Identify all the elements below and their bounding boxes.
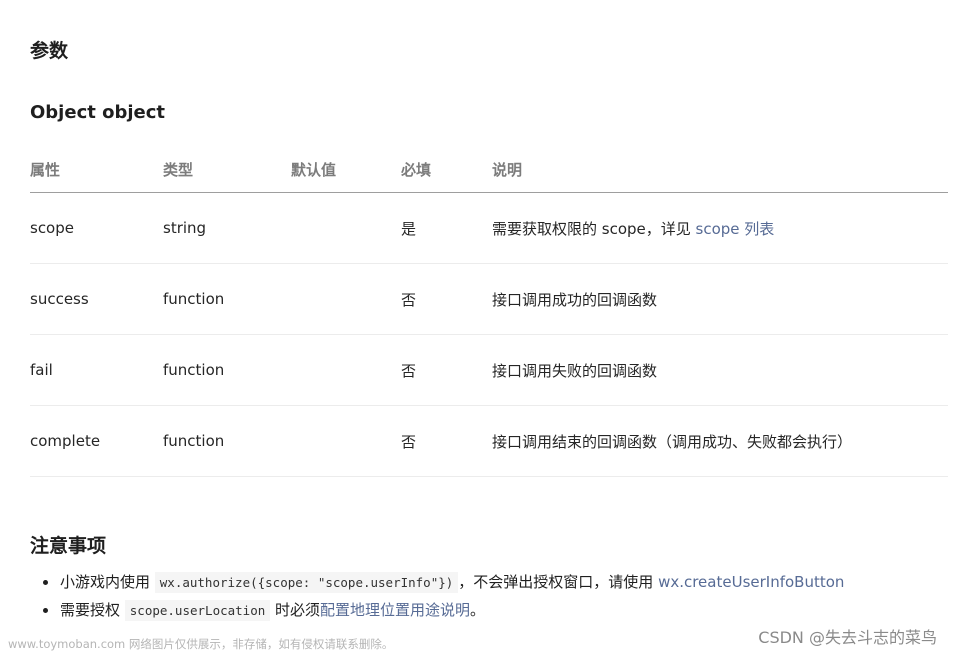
cell-type: function [163,263,291,335]
cell-attr: scope [30,192,163,264]
cell-desc: 接口调用失败的回调函数 [492,334,948,406]
note-text: ，不会弹出授权窗口，请使用 [458,573,659,591]
table-header-row: 属性 类型 默认值 必填 说明 [30,146,948,193]
table-row: complete function 否 接口调用结束的回调函数（调用成功、失败都… [30,405,948,477]
note-text: 时必须 [270,601,321,619]
cell-type: function [163,334,291,406]
section-title-notes: 注意事项 [30,535,107,557]
note-text: 需要授权 [60,601,125,619]
table-row: success function 否 接口调用成功的回调函数 [30,263,948,335]
cell-type: string [163,192,291,264]
table-row: scope string 是 需要获取权限的 scope，详见 scope 列表 [30,192,948,264]
header-required: 必填 [401,146,492,193]
section-title-params: 参数 [30,40,69,62]
cell-desc: 接口调用成功的回调函数 [492,263,948,335]
inline-code: scope.userLocation [124,600,271,621]
cell-default [291,405,401,477]
inline-code: wx.authorize({scope: "scope.userInfo"}) [154,572,459,593]
cell-attr: success [30,263,163,335]
header-type: 类型 [163,146,291,193]
cell-attr: complete [30,405,163,477]
cell-default [291,192,401,264]
cell-required: 否 [401,334,492,406]
table-row: fail function 否 接口调用失败的回调函数 [30,334,948,406]
cell-desc: 需要获取权限的 scope，详见 scope 列表 [492,192,948,264]
header-attr: 属性 [30,146,163,193]
cell-required: 否 [401,405,492,477]
cell-desc: 接口调用结束的回调函数（调用成功、失败都会执行） [492,405,948,477]
cell-type: function [163,405,291,477]
cell-default [291,334,401,406]
params-table: 属性 类型 默认值 必填 说明 scope string 是 需要获取权限的 s… [30,146,948,477]
list-item: 需要授权 scope.userLocation 时必须配置地理位置用途说明。 [30,596,930,624]
watermark-right: CSDN @失去斗志的菜鸟 [758,628,937,647]
location-purpose-link[interactable]: 配置地理位置用途说明 [320,601,470,619]
cell-default [291,263,401,335]
watermark-left: www.toymoban.com 网络图片仅供展示，非存储，如有侵权请联系删除。 [8,637,394,651]
cell-attr: fail [30,334,163,406]
bullet-icon [43,608,48,613]
object-title: Object object [30,102,166,123]
cell-desc-text: 需要获取权限的 scope，详见 [492,219,696,238]
create-userinfo-button-link[interactable]: wx.createUserInfoButton [658,573,844,591]
list-item: 小游戏内使用 wx.authorize({scope: "scope.userI… [30,568,930,596]
header-desc: 说明 [492,146,948,193]
notes-list: 小游戏内使用 wx.authorize({scope: "scope.userI… [30,568,930,624]
cell-required: 是 [401,192,492,264]
cell-required: 否 [401,263,492,335]
bullet-icon [43,580,48,585]
header-default: 默认值 [291,146,401,193]
note-text: 小游戏内使用 [60,573,155,591]
note-text: 。 [470,601,486,619]
scope-list-link[interactable]: scope 列表 [696,220,775,238]
